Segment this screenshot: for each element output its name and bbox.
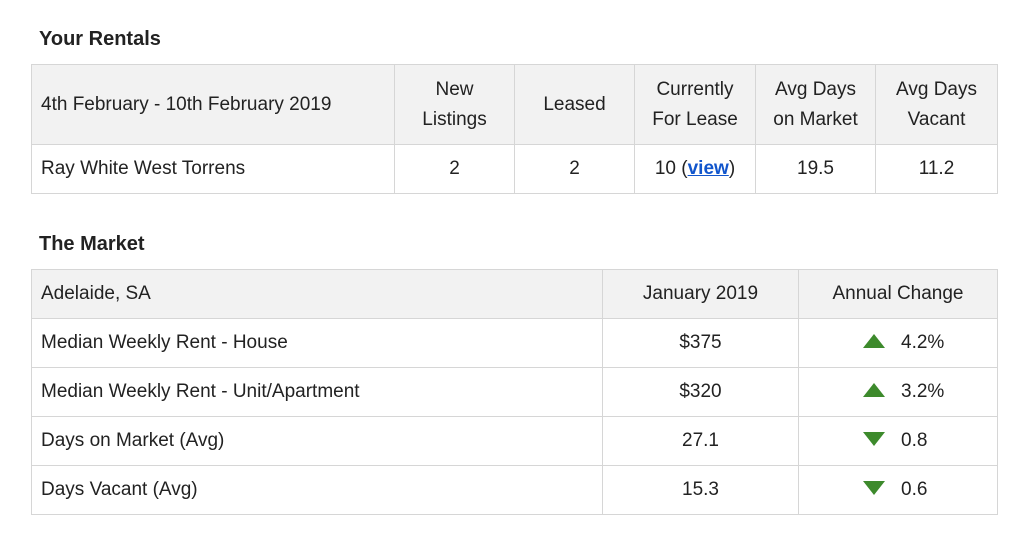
metric-change: 3.2% [901, 381, 945, 402]
metric-change: 4.2% [901, 332, 945, 353]
table-row: Days on Market (Avg) 27.1 0.8 [31, 416, 998, 466]
avg-days-market-value: 19.5 [755, 144, 876, 194]
metric-label: Days Vacant (Avg) [31, 465, 603, 515]
header-annual-change: Annual Change [798, 269, 998, 319]
the-market-title: The Market [39, 233, 145, 255]
header-period: January 2019 [602, 269, 799, 319]
header-for-lease-line1: Currently [656, 78, 734, 100]
rentals-table: 4th February - 10th February 2019 New Li… [31, 64, 998, 194]
metric-change-cell: 3.2% [798, 367, 998, 417]
metric-label: Median Weekly Rent - Unit/Apartment [31, 367, 603, 417]
metric-change: 0.6 [901, 479, 928, 500]
metric-change-cell: 4.2% [798, 318, 998, 368]
metric-change: 0.8 [901, 430, 928, 451]
metric-value: 15.3 [602, 465, 799, 515]
header-new-listings-line2: Listings [422, 108, 487, 130]
metric-value: $375 [602, 318, 799, 368]
avg-days-vacant-value: 11.2 [875, 144, 998, 194]
header-avg-market-line1: Avg Days [775, 78, 856, 100]
rentals-header-row: 4th February - 10th February 2019 New Li… [31, 64, 998, 145]
table-row: Median Weekly Rent - House $375 4.2% [31, 318, 998, 368]
metric-change-cell: 0.8 [798, 416, 998, 466]
leased-value: 2 [514, 144, 635, 194]
triangle-up-icon [863, 382, 885, 397]
header-avg-days-market: Avg Days on Market [755, 64, 876, 145]
metric-value: 27.1 [602, 416, 799, 466]
new-listings-value: 2 [394, 144, 515, 194]
market-header-row: Adelaide, SA January 2019 Annual Change [31, 269, 998, 319]
metric-value: $320 [602, 367, 799, 417]
date-range: 4th February - 10th February 2019 [31, 64, 395, 145]
view-close-paren: ) [728, 158, 736, 179]
header-avg-market-line2: on Market [773, 108, 858, 130]
metric-label: Days on Market (Avg) [31, 416, 603, 466]
triangle-down-icon [863, 480, 885, 495]
market-table: Adelaide, SA January 2019 Annual Change … [31, 269, 998, 515]
header-new-listings: New Listings [394, 64, 515, 145]
market-location: Adelaide, SA [31, 269, 603, 319]
office-name: Ray White West Torrens [31, 144, 395, 194]
header-avg-days-vacant: Avg Days Vacant [875, 64, 998, 145]
header-currently-for-lease: Currently For Lease [634, 64, 756, 145]
for-lease-cell: 10 (view) [634, 144, 756, 194]
table-row: Median Weekly Rent - Unit/Apartment $320… [31, 367, 998, 417]
header-avg-vacant-line2: Vacant [907, 108, 966, 130]
header-new-listings-line1: New [435, 78, 474, 100]
metric-change-cell: 0.6 [798, 465, 998, 515]
your-rentals-title: Your Rentals [39, 28, 161, 50]
view-listings-link[interactable]: view [688, 158, 729, 179]
triangle-up-icon [863, 333, 885, 348]
table-row: Ray White West Torrens 2 2 10 (view) 19.… [31, 144, 998, 194]
header-avg-vacant-line1: Avg Days [896, 78, 977, 100]
header-for-lease-line2: For Lease [652, 108, 738, 130]
table-row: Days Vacant (Avg) 15.3 0.6 [31, 465, 998, 515]
header-leased: Leased [514, 64, 635, 145]
triangle-down-icon [863, 431, 885, 446]
for-lease-count: 10 [654, 158, 676, 179]
metric-label: Median Weekly Rent - House [31, 318, 603, 368]
